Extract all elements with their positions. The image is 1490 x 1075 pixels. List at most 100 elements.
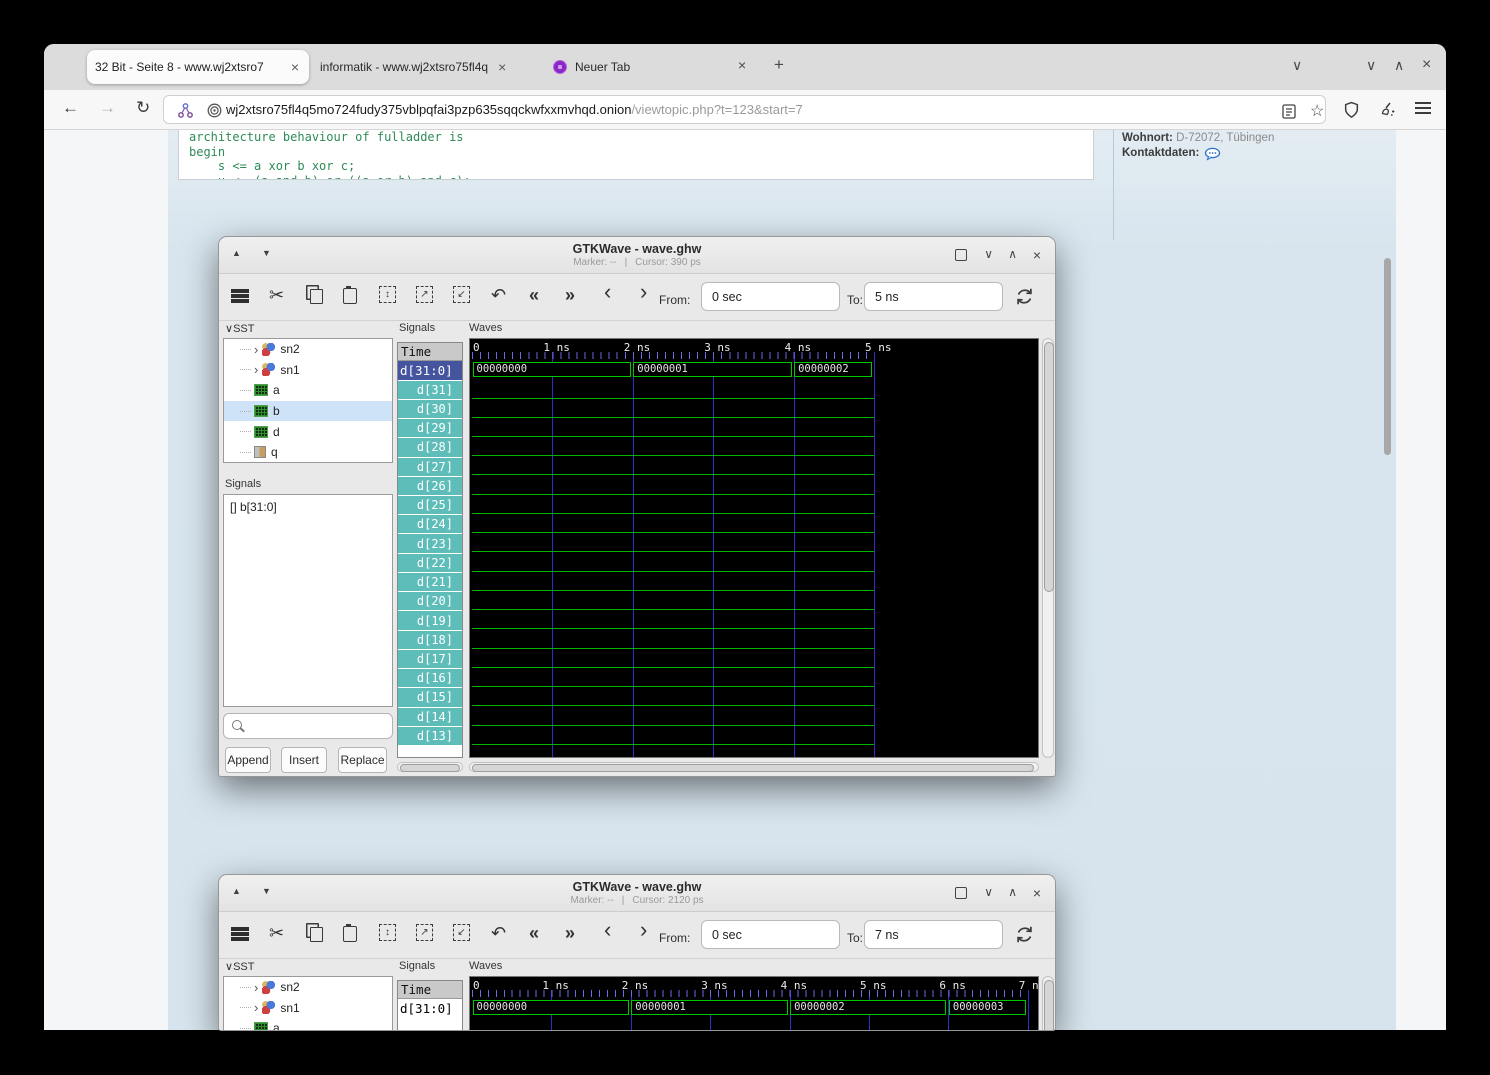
bookmark-star-icon[interactable]: ☆ <box>1310 101 1324 121</box>
shade-down-icon[interactable]: ▼ <box>262 887 271 896</box>
copy-icon[interactable] <box>310 289 323 304</box>
new-tab-button[interactable]: + <box>774 56 784 73</box>
signal-bit-row[interactable]: d[29] <box>398 418 462 437</box>
signal-bit-row[interactable]: d[17] <box>398 649 462 668</box>
tree-item-b[interactable]: b <box>224 401 392 422</box>
signal-bit-row[interactable]: d[19] <box>398 610 462 629</box>
zoom-fit-icon[interactable]: ↕ <box>379 924 396 941</box>
tree-item-sn2[interactable]: ›sn2 <box>224 977 392 998</box>
from-input[interactable] <box>701 920 840 949</box>
wave-vscrollbar[interactable] <box>1042 338 1054 758</box>
step-right-icon[interactable]: › <box>640 919 647 941</box>
tree-item-d[interactable]: d <box>224 421 392 442</box>
sst-header[interactable]: ∨SST <box>225 322 254 335</box>
forward-icon[interactable]: → <box>99 99 116 116</box>
wave-canvas[interactable]: 01 ns2 ns3 ns4 ns5 ns0000000000000001000… <box>469 338 1039 758</box>
tree-item-sn2[interactable]: ›sn2 <box>224 339 392 360</box>
window-shade-icon[interactable]: ∨ <box>984 248 993 260</box>
scrollbar-thumb[interactable] <box>472 764 1034 772</box>
titlebar[interactable]: ▲▼GTKWave - wave.ghwMarker: --|Cursor: 3… <box>219 237 1055 274</box>
shield-icon[interactable] <box>1343 101 1360 119</box>
signal-bit-row[interactable]: d[23] <box>398 533 462 552</box>
signal-list-hscrollbar[interactable] <box>397 762 463 772</box>
signal-bit-row[interactable]: d[26] <box>398 476 462 495</box>
shade-up-icon[interactable]: ▲ <box>232 249 241 258</box>
chevron-right-icon[interactable]: › <box>254 342 258 357</box>
signal-bit-row[interactable]: d[14] <box>398 707 462 726</box>
paste-icon[interactable] <box>343 926 357 942</box>
window-minimize-icon[interactable]: ∨ <box>1366 58 1376 72</box>
scrollbar-thumb[interactable] <box>400 764 460 772</box>
collapse-chevron-icon[interactable]: ∨ <box>225 961 233 973</box>
step-right-icon[interactable]: › <box>640 281 647 303</box>
tab-close-icon[interactable]: × <box>738 58 746 72</box>
scrollbar-thumb[interactable] <box>1044 342 1054 592</box>
menu-icon[interactable] <box>231 289 249 293</box>
signal-bit-row[interactable]: d[28] <box>398 437 462 456</box>
tab-neuer-tab[interactable]: Neuer Tab <box>553 50 630 84</box>
from-input[interactable] <box>701 282 840 311</box>
zoom-out-icon[interactable]: ↗ <box>416 924 433 941</box>
insert-button[interactable]: Insert <box>281 747 327 773</box>
chevron-right-icon[interactable]: › <box>254 1000 258 1015</box>
signal-bit-row[interactable]: d[22] <box>398 553 462 572</box>
signal-bus-row[interactable]: d[31:0] <box>398 361 462 380</box>
cut-icon[interactable]: ✂ <box>269 924 284 942</box>
signal-bit-row[interactable]: d[20] <box>398 591 462 610</box>
window-unshade-icon[interactable]: ∧ <box>1008 248 1017 260</box>
tab-informatik[interactable]: informatik - www.wj2xtsro75fl4q × <box>320 50 508 84</box>
signal-bit-row[interactable]: d[24] <box>398 514 462 533</box>
tab-close-icon[interactable]: × <box>289 60 301 74</box>
skip-to-end-icon[interactable]: » <box>565 286 574 304</box>
tree-item-sn1[interactable]: ›sn1 <box>224 998 392 1019</box>
scrollbar-thumb[interactable] <box>1044 980 1054 1031</box>
signal-bit-row[interactable]: d[15] <box>398 687 462 706</box>
step-left-icon[interactable]: ‹ <box>604 919 611 941</box>
window-shade-icon[interactable]: ∨ <box>984 886 993 898</box>
undo-icon[interactable]: ↶ <box>491 286 506 304</box>
paste-icon[interactable] <box>343 288 357 304</box>
chevron-right-icon[interactable]: › <box>254 362 258 377</box>
step-left-icon[interactable]: ‹ <box>604 281 611 303</box>
url-bar[interactable]: wj2xtsro75fl4q5mo724fudy375vblpqfai3pzp6… <box>163 95 1326 124</box>
signal-bit-row[interactable]: d[18] <box>398 630 462 649</box>
keep-above-icon[interactable] <box>955 887 967 899</box>
tab-active[interactable]: 32 Bit - Seite 8 - www.wj2xtsro7 × <box>87 50 309 84</box>
wave-canvas[interactable]: 01 ns2 ns3 ns4 ns5 ns6 ns7 ns00000000000… <box>469 976 1039 1031</box>
window-maximize-icon[interactable]: ∧ <box>1394 58 1404 72</box>
clean-broom-icon[interactable] <box>1378 100 1397 119</box>
wave-hscrollbar[interactable] <box>469 762 1039 772</box>
chevron-right-icon[interactable]: › <box>254 980 258 995</box>
append-button[interactable]: Append <box>225 747 271 773</box>
time-header[interactable]: Time <box>398 343 462 361</box>
menu-hamburger-icon[interactable] <box>1415 102 1431 104</box>
sst-header[interactable]: ∨SST <box>225 960 254 973</box>
signal-bit-row[interactable]: d[16] <box>398 668 462 687</box>
skip-to-start-icon[interactable]: « <box>529 286 538 304</box>
tor-circuit-icon[interactable] <box>177 102 194 119</box>
page-scrollbar-thumb[interactable] <box>1384 258 1391 455</box>
tree-item-a[interactable]: a <box>224 380 392 401</box>
copy-icon[interactable] <box>310 927 323 942</box>
signal-bit-row[interactable]: d[21] <box>398 572 462 591</box>
tree-item-sn1[interactable]: ›sn1 <box>224 360 392 381</box>
titlebar[interactable]: ▲▼GTKWave - wave.ghwMarker: --|Cursor: 2… <box>219 875 1055 912</box>
skip-to-end-icon[interactable]: » <box>565 924 574 942</box>
reader-mode-icon[interactable] <box>1282 104 1296 119</box>
tree-item-q[interactable]: q <box>224 442 392 463</box>
signal-bit-row[interactable]: d[27] <box>398 457 462 476</box>
window-close-icon[interactable]: × <box>1422 57 1431 73</box>
zoom-in-icon[interactable]: ↙ <box>453 924 470 941</box>
signal-bit-row[interactable]: d[31] <box>398 380 462 399</box>
zoom-fit-icon[interactable]: ↕ <box>379 286 396 303</box>
window-close-icon[interactable]: × <box>1033 886 1041 900</box>
zoom-out-icon[interactable]: ↗ <box>416 286 433 303</box>
cut-icon[interactable]: ✂ <box>269 286 284 304</box>
menu-icon[interactable] <box>231 927 249 931</box>
onion-site-icon[interactable] <box>206 102 223 119</box>
keep-above-icon[interactable] <box>955 249 967 261</box>
reload-waves-icon[interactable] <box>1014 286 1035 307</box>
zoom-in-icon[interactable]: ↙ <box>453 286 470 303</box>
back-icon[interactable]: ← <box>62 99 79 116</box>
signal-bus-row[interactable]: d[31:0] <box>398 999 462 1018</box>
